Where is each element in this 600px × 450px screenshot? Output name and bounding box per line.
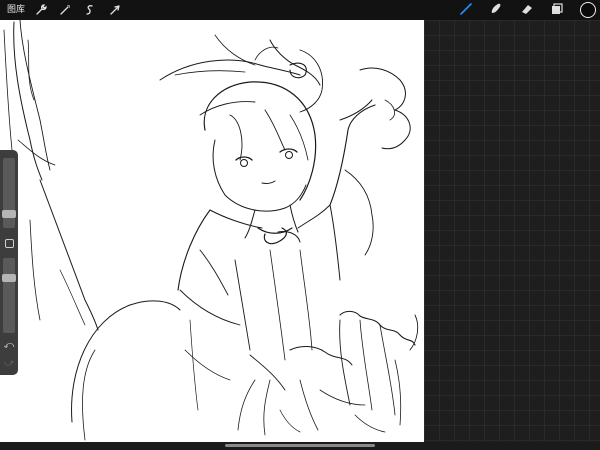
eraser-icon [520,1,534,20]
brush-size-slider[interactable] [2,158,16,228]
eraser-button[interactable] [519,2,535,18]
canvas-background-area [424,20,600,450]
sketch-artwork [3,20,419,441]
gallery-button[interactable]: 图库 [7,3,25,17]
drawing-canvas[interactable] [0,20,424,442]
adjustments-button[interactable] [57,2,73,18]
undo-icon: ⤺ [3,340,15,351]
wrench-icon [35,1,47,20]
top-toolbar: 图库 [0,0,600,20]
color-picker-button[interactable] [580,2,596,18]
undo-button[interactable]: ⤺ [3,340,15,352]
left-sidebar: ⤺ ⤻ [0,150,18,375]
actions-button[interactable] [33,2,49,18]
home-indicator[interactable] [225,444,375,447]
redo-button[interactable]: ⤻ [3,358,15,370]
transform-icon [109,1,121,20]
modify-button[interactable] [5,239,14,248]
layers-button[interactable] [549,2,565,18]
transform-button[interactable] [107,2,123,18]
magic-wand-icon [59,1,71,20]
layers-icon [550,1,564,20]
brush-opacity-thumb[interactable] [2,274,16,282]
smudge-icon [489,1,503,20]
smudge-button[interactable] [488,2,504,18]
selection-icon [84,1,96,20]
brush-icon [459,1,473,20]
selection-button[interactable] [82,2,98,18]
brush-opacity-slider[interactable] [2,258,16,333]
brush-size-thumb[interactable] [2,210,16,218]
redo-icon: ⤻ [3,358,15,369]
brush-button[interactable] [458,2,474,18]
